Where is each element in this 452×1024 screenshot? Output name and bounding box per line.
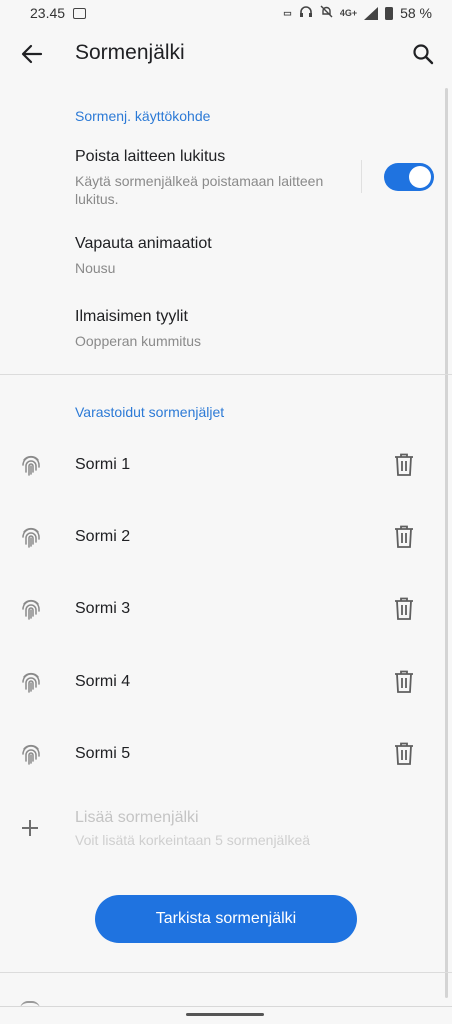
toggle-knob: [409, 166, 431, 188]
mute-bell-icon: [320, 5, 333, 21]
status-icons: ▭ 4G+ 58 %: [283, 5, 432, 21]
network-type: 4G+: [339, 8, 358, 18]
fingerprint-icon: [19, 526, 43, 550]
back-arrow-icon[interactable]: [18, 40, 46, 68]
trash-icon[interactable]: [392, 741, 416, 767]
trash-icon[interactable]: [392, 596, 416, 622]
fingerprint-row-1[interactable]: Sormi 1: [0, 430, 452, 502]
fingerprint-row-5[interactable]: Sormi 5: [0, 719, 452, 791]
section-divider: [0, 374, 452, 375]
battery-percent: 58 %: [400, 5, 432, 21]
indicator-summary: Oopperan kummitus: [75, 333, 202, 349]
app-bar: Sormenjälki: [0, 26, 452, 82]
trash-icon[interactable]: [392, 524, 416, 550]
fingerprint-name: Sormi 1: [75, 456, 131, 473]
search-icon[interactable]: [408, 39, 438, 69]
fingerprint-icon: [19, 671, 43, 695]
section-header-saved: Varastoidut sormenjäljet: [75, 404, 225, 420]
trash-icon[interactable]: [392, 452, 416, 478]
signal-icon: [364, 6, 379, 20]
fingerprint-name: Sormi 2: [75, 528, 131, 545]
gallery-notification-icon: [73, 7, 87, 19]
headphones-icon: [299, 5, 313, 21]
unlock-toggle[interactable]: [384, 163, 434, 191]
animation-title: Vapauta animaatiot: [75, 235, 212, 252]
unlock-title: Poista laitteen lukitus: [75, 148, 226, 165]
fingerprint-name: Sormi 4: [75, 673, 131, 690]
fingerprint-row-3[interactable]: Sormi 3: [0, 574, 452, 646]
toggle-divider: [361, 160, 362, 193]
animation-summary: Nousu: [75, 260, 116, 276]
fingerprint-icon: [19, 743, 43, 767]
fingerprint-row-2[interactable]: Sormi 2: [0, 502, 452, 574]
add-fingerprint-title: Lisää sormenjälki: [75, 809, 199, 826]
home-gesture-handle[interactable]: [186, 1013, 264, 1016]
indicator-style-pref[interactable]: Ilmaisimen tyylit Oopperan kummitus: [0, 300, 452, 360]
auto-brightness-icon: ▭: [283, 7, 292, 18]
fingerprint-icon: [19, 598, 43, 622]
fingerprint-icon: [19, 454, 43, 478]
bottom-divider: [0, 972, 452, 973]
page-title: Sormenjälki: [75, 41, 185, 64]
fingerprint-name: Sormi 5: [75, 745, 131, 762]
fingerprint-name: Sormi 3: [75, 600, 131, 617]
status-time: 23.45: [30, 5, 66, 21]
add-fingerprint-row: Lisää sormenjälki Voit lisätä korkeintaa…: [0, 800, 452, 860]
indicator-title: Ilmaisimen tyylit: [75, 308, 188, 325]
status-bar: 23.45 ▭ 4G+ 58 %: [0, 0, 452, 26]
section-header-usage: Sormenj. käyttökohde: [75, 108, 211, 124]
trash-icon[interactable]: [392, 669, 416, 695]
fingerprint-row-4[interactable]: Sormi 4: [0, 647, 452, 719]
battery-icon: [385, 6, 394, 20]
plus-icon: [20, 818, 40, 838]
add-fingerprint-summary: Voit lisätä korkeintaan 5 sormenjälkeä: [75, 832, 311, 848]
verify-fingerprint-button[interactable]: Tarkista sormenjälki: [95, 895, 357, 943]
unlock-summary: Käytä sormenjälkeä poistamaan laitteen l…: [75, 173, 324, 207]
release-animation-pref[interactable]: Vapauta animaatiot Nousu: [0, 227, 452, 287]
